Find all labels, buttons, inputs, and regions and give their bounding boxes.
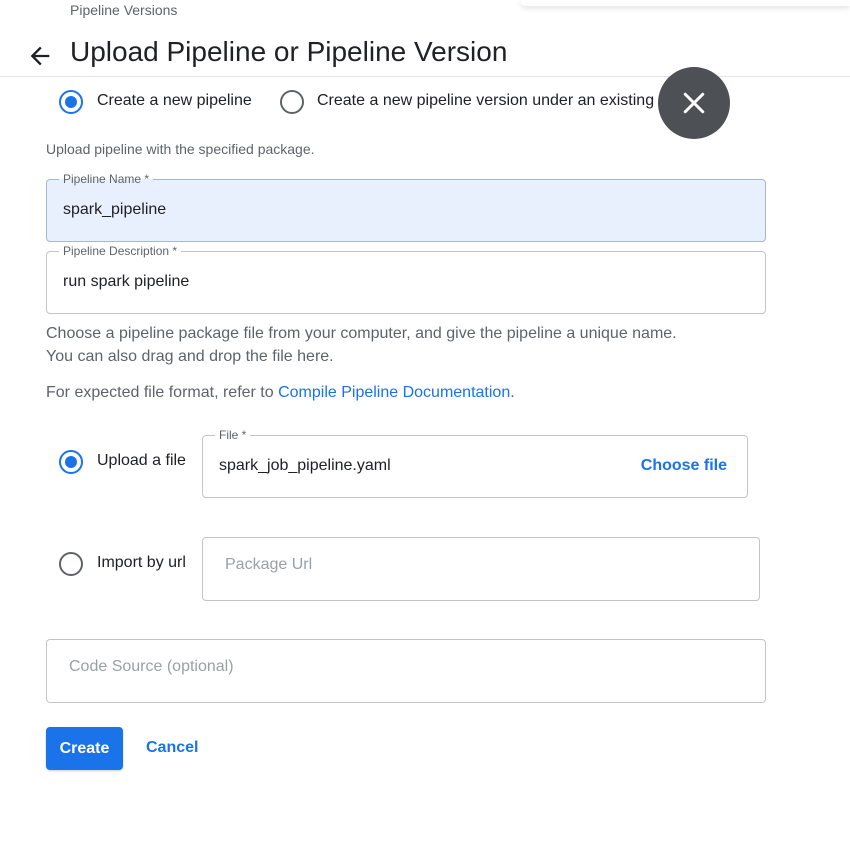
file-field-value: spark_job_pipeline.yaml <box>219 457 391 474</box>
radio-create-pipeline-version[interactable] <box>280 90 304 114</box>
pipeline-description-field[interactable]: Pipeline Description * run spark pipelin… <box>46 244 766 314</box>
radio-create-new-pipeline-label[interactable]: Create a new pipeline <box>97 92 252 110</box>
radio-create-new-pipeline[interactable] <box>59 90 83 114</box>
top-overlay-edge <box>520 0 850 6</box>
radio-import-url-label[interactable]: Import by url <box>97 554 186 572</box>
close-icon <box>683 92 705 114</box>
cancel-button[interactable]: Cancel <box>146 739 198 757</box>
title-divider <box>0 76 850 77</box>
compile-docs-link[interactable]: Compile Pipeline Documentation <box>278 384 510 401</box>
choose-file-button[interactable]: Choose file <box>641 457 727 475</box>
code-source-input[interactable]: Code Source (optional) <box>46 639 766 703</box>
instructions-line-1: Choose a pipeline package file from your… <box>46 325 677 342</box>
code-source-placeholder: Code Source (optional) <box>69 658 234 675</box>
format-reference-suffix: . <box>510 384 515 401</box>
package-url-placeholder: Package Url <box>225 556 313 573</box>
arrow-left-icon <box>30 46 50 66</box>
instructions-line-2: You can also drag and drop the file here… <box>46 348 334 365</box>
radio-upload-file[interactable] <box>59 450 83 474</box>
format-reference: For expected file format, refer to Compi… <box>46 384 515 402</box>
page-title: Upload Pipeline or Pipeline Version <box>70 36 508 67</box>
back-button[interactable] <box>26 42 54 70</box>
file-field-label: File * <box>215 428 251 442</box>
package-url-input[interactable]: Package Url <box>202 537 760 601</box>
pipeline-name-label: Pipeline Name * <box>59 172 154 186</box>
create-button[interactable]: Create <box>46 727 123 770</box>
pipeline-name-field[interactable]: Pipeline Name * spark_pipeline <box>46 172 766 242</box>
pipeline-description-label: Pipeline Description * <box>59 244 182 258</box>
format-reference-prefix: For expected file format, refer to <box>46 384 279 401</box>
upload-helper-text: Upload pipeline with the specified packa… <box>46 141 315 157</box>
breadcrumb[interactable]: Pipeline Versions <box>70 2 177 18</box>
pipeline-name-value: spark_pipeline <box>63 201 167 218</box>
radio-create-pipeline-version-label[interactable]: Create a new pipeline version under an e… <box>317 92 714 110</box>
file-field[interactable]: File * spark_job_pipeline.yaml Choose fi… <box>202 428 748 498</box>
radio-upload-file-label[interactable]: Upload a file <box>97 452 186 470</box>
close-button[interactable] <box>658 67 730 139</box>
radio-import-url[interactable] <box>59 552 83 576</box>
pipeline-description-value: run spark pipeline <box>63 273 190 290</box>
